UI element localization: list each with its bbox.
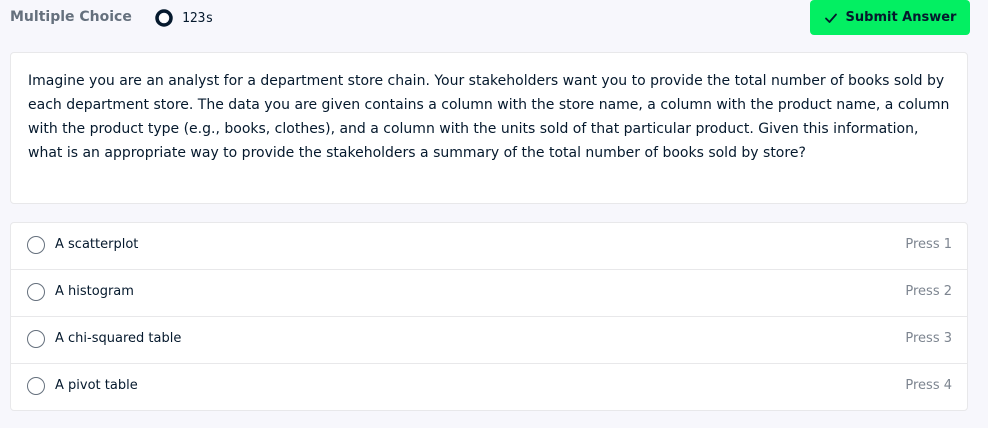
answer-option-label: A chi-squared table — [55, 331, 182, 346]
radio-button[interactable] — [27, 330, 45, 348]
answer-option-3[interactable]: A chi-squared table Press 3 — [11, 317, 967, 364]
question-text: Imagine you are an analyst for a departm… — [28, 73, 950, 161]
radio-button[interactable] — [27, 236, 45, 254]
answer-option-1[interactable]: A scatterplot Press 1 — [11, 223, 967, 270]
header-bar: Multiple Choice 123s Submit Answer — [0, 0, 988, 36]
radio-button[interactable] — [27, 283, 45, 301]
answer-options: A scatterplot Press 1 A histogram Press … — [10, 222, 968, 411]
timer-value: 123s — [182, 10, 214, 26]
check-icon — [824, 13, 837, 23]
answer-option-2[interactable]: A histogram Press 2 — [11, 270, 967, 317]
question-card: Imagine you are an analyst for a departm… — [10, 52, 968, 204]
submit-answer-button[interactable]: Submit Answer — [810, 0, 970, 35]
progress-ring-icon — [155, 9, 173, 27]
keyboard-shortcut-hint: Press 1 — [905, 237, 952, 252]
keyboard-shortcut-hint: Press 2 — [905, 284, 952, 299]
submit-answer-label: Submit Answer — [845, 10, 957, 25]
radio-button[interactable] — [27, 377, 45, 395]
exercise-type-title: Multiple Choice — [10, 9, 132, 25]
answer-option-label: A histogram — [55, 284, 134, 299]
keyboard-shortcut-hint: Press 3 — [905, 331, 952, 346]
answer-option-label: A scatterplot — [55, 237, 139, 252]
timer: 123s — [154, 8, 213, 28]
answer-option-4[interactable]: A pivot table Press 4 — [11, 364, 967, 410]
keyboard-shortcut-hint: Press 4 — [905, 378, 952, 393]
answer-option-label: A pivot table — [55, 378, 138, 393]
